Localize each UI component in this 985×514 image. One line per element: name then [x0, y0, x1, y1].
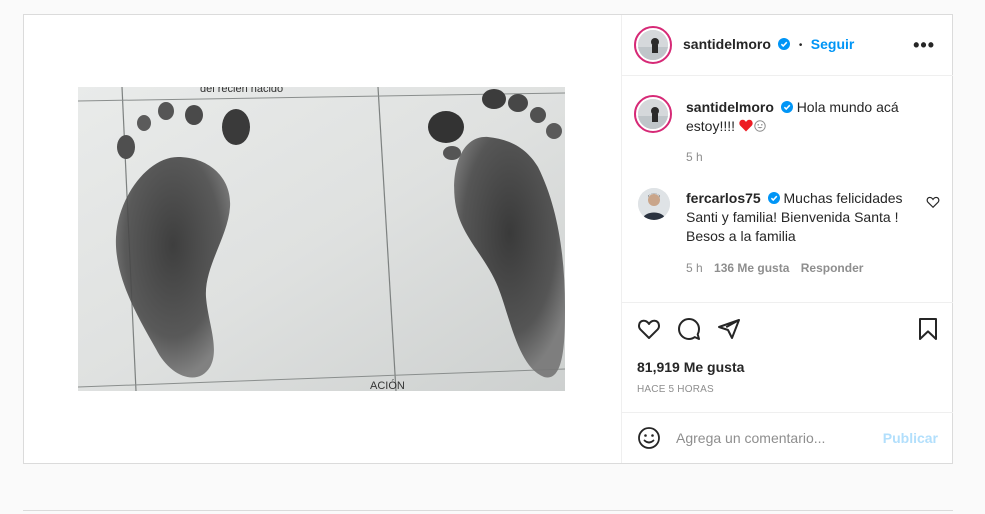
comment-input-divider: [622, 412, 953, 413]
follow-button[interactable]: Seguir: [811, 36, 855, 52]
actions-divider: [622, 302, 953, 303]
smiley-icon[interactable]: [637, 426, 661, 450]
next-post-edge: [23, 510, 953, 511]
comment-meta: 5 h 136 Me gusta Responder: [686, 261, 863, 275]
send-icon[interactable]: [717, 317, 741, 341]
caption-avatar[interactable]: [634, 95, 672, 133]
photo-top-text: del recién nacido: [200, 87, 283, 95]
post-media[interactable]: del recién nacido ACIÓN: [24, 15, 621, 463]
comment-like-heart-icon[interactable]: [926, 195, 940, 209]
dot-separator: •: [798, 40, 803, 51]
commenter-avatar[interactable]: [638, 188, 670, 220]
add-comment-input[interactable]: Agrega un comentario...: [676, 430, 825, 446]
caption-username[interactable]: santidelmoro: [686, 99, 774, 115]
more-options-icon[interactable]: •••: [913, 35, 935, 56]
comment-icon[interactable]: [677, 317, 701, 341]
comment-likes[interactable]: 136 Me gusta: [714, 261, 789, 275]
commenter-avatar-image: [638, 188, 670, 220]
author-avatar[interactable]: [634, 26, 672, 64]
caption: santidelmoro Hola mundo acá estoy!!!!: [686, 98, 906, 136]
post-side-panel: santidelmoro • Seguir ••• santidelmoro H…: [621, 15, 953, 463]
likes-count[interactable]: 81,919 Me gusta: [637, 359, 744, 375]
photo-bottom-text: ACIÓN: [370, 379, 405, 391]
comment-item: fercarlos75 Muchas felicidades Santi y f…: [686, 189, 906, 246]
post-photo: del recién nacido ACIÓN: [77, 83, 566, 392]
post-header: santidelmoro • Seguir •••: [622, 15, 953, 76]
author-username-row: santidelmoro • Seguir: [683, 36, 854, 54]
verified-badge-icon: [780, 101, 793, 113]
caption-time[interactable]: 5 h: [686, 150, 703, 164]
author-avatar-image: [638, 30, 668, 60]
bookmark-icon[interactable]: [916, 317, 940, 341]
verified-badge-icon: [767, 192, 780, 204]
commenter-username[interactable]: fercarlos75: [686, 190, 761, 206]
caption-avatar-image: [638, 99, 668, 129]
heart-icon[interactable]: [637, 317, 661, 341]
publish-button[interactable]: Publicar: [883, 430, 938, 446]
red-heart-icon: [739, 119, 753, 132]
reply-button[interactable]: Responder: [801, 261, 864, 275]
comment-time[interactable]: 5 h: [686, 261, 703, 275]
author-username[interactable]: santidelmoro: [683, 36, 771, 52]
post-timestamp[interactable]: HACE 5 HORAS: [637, 384, 714, 395]
verified-badge-icon: [778, 38, 791, 50]
grinning-face-icon: [754, 120, 766, 132]
footprints-photo: del recién nacido ACIÓN: [77, 83, 566, 392]
post-card: del recién nacido ACIÓN santidelmoro • S…: [23, 14, 953, 464]
